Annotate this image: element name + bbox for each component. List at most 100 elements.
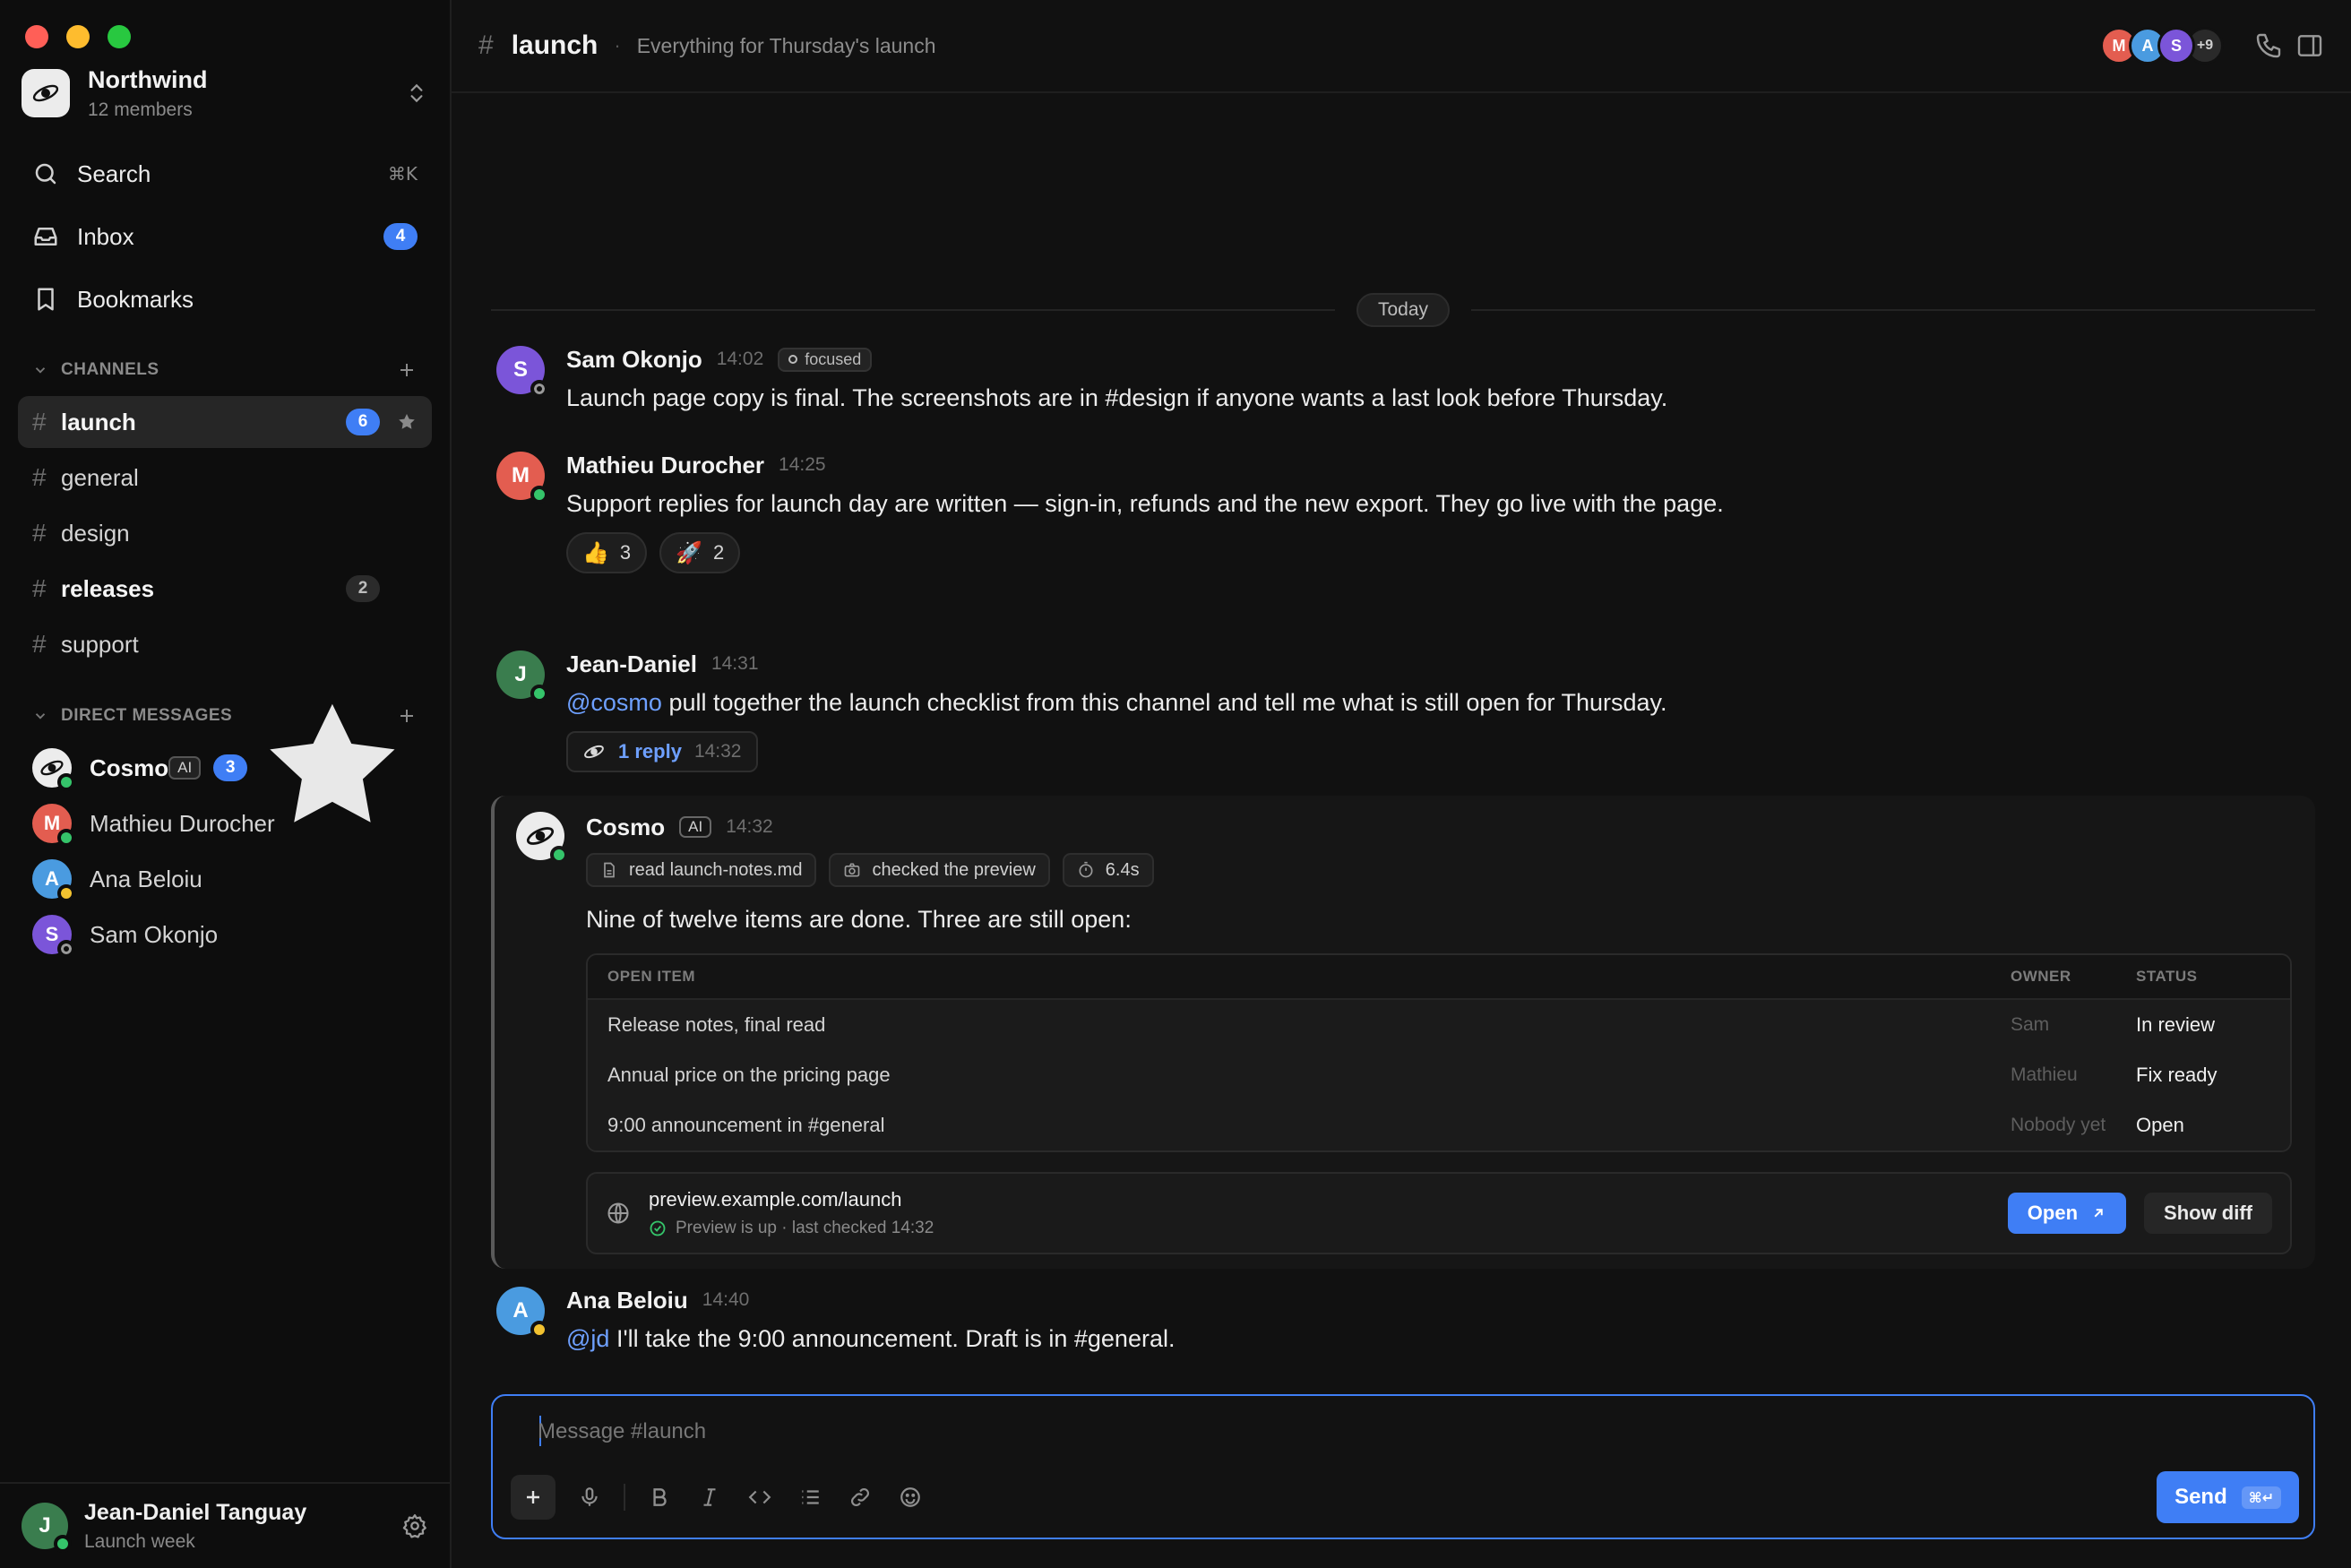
sidebar-dm-ana[interactable]: A Ana Beloiu [18, 853, 432, 905]
avatar[interactable]: M [496, 452, 548, 504]
tool-step-duration: 6.4s [1062, 853, 1154, 887]
presence-online-indicator [530, 486, 548, 504]
channel-header: # launch · Everything for Thursday's lau… [452, 0, 2351, 93]
message[interactable]: S Sam Okonjo 14:02 focused Launch page c… [496, 344, 2315, 416]
nav-bookmarks[interactable]: Bookmarks [18, 274, 432, 324]
reaction-rocket[interactable]: 🚀 2 [659, 532, 741, 573]
workspace-switcher[interactable]: Northwind 12 members [22, 65, 428, 122]
camera-icon [845, 863, 860, 877]
sidebar-channel-launch[interactable]: # launch 6 [18, 396, 432, 448]
avatar: M [32, 804, 75, 847]
channel-name: support [61, 630, 139, 658]
table-row: Release notes, final read Sam In review [588, 1000, 2290, 1050]
open-preview-button[interactable]: Open [2007, 1193, 2127, 1234]
sidebar-dm-cosmo[interactable]: Cosmo AI 3 [18, 703, 432, 823]
link-icon[interactable] [844, 1481, 876, 1513]
message-author[interactable]: Ana Beloiu [566, 1287, 688, 1314]
sidebar-channel-releases[interactable]: # releases 2 [18, 563, 432, 615]
italic-icon[interactable] [693, 1481, 726, 1513]
avatar[interactable] [516, 812, 568, 864]
emoji-icon[interactable] [894, 1481, 926, 1513]
sidebar-toggle-icon[interactable] [2295, 31, 2324, 60]
inbox-icon [34, 228, 57, 246]
channel-view: # launch · Everything for Thursday's lau… [452, 0, 2351, 1568]
mention-link[interactable]: @cosmo [566, 689, 662, 716]
check-circle-icon [650, 1220, 666, 1236]
table-row: Annual price on the pricing page Mathieu… [588, 1050, 2290, 1100]
member-avatars[interactable]: M A S +9 [2100, 27, 2224, 65]
channel-title[interactable]: launch [512, 30, 599, 61]
message-text: @cosmo pull together the launch checklis… [566, 689, 1667, 716]
sidebar-dm-mathieu[interactable]: M Mathieu Durocher [18, 797, 432, 849]
list-icon[interactable] [794, 1481, 826, 1513]
workspace-member-count: 12 members [88, 99, 193, 120]
open-items-table: OPEN ITEM OWNER STATUS Release notes, fi… [586, 953, 2292, 1152]
microphone-icon[interactable] [573, 1481, 606, 1513]
nav-inbox[interactable]: Inbox 4 [18, 211, 432, 262]
mention-link[interactable]: @jd [566, 1325, 609, 1352]
phone-icon[interactable] [2254, 31, 2283, 60]
add-channel-icon[interactable] [396, 359, 418, 381]
preview-status: Preview is up · last checked 14:32 [649, 1219, 2008, 1238]
message-author[interactable]: Mathieu Durocher [566, 452, 764, 479]
message-text: Nine of twelve items are done. Three are… [586, 906, 1132, 933]
message-time: 14:25 [779, 454, 826, 475]
presence-offline-indicator [530, 380, 548, 398]
preview-url[interactable]: preview.example.com/launch [649, 1188, 2008, 1211]
presence-online-indicator [530, 685, 548, 702]
nav-search[interactable]: Search ⌘K [18, 149, 432, 199]
gear-icon[interactable] [401, 1512, 428, 1539]
sidebar-dm-sam[interactable]: S Sam Okonjo [18, 909, 432, 961]
tool-step-check-preview[interactable]: checked the preview [829, 853, 1050, 887]
sidebar-channel-general[interactable]: # general [18, 452, 432, 504]
close-window-button[interactable] [25, 25, 48, 48]
minimize-window-button[interactable] [66, 25, 90, 48]
search-shortcut: ⌘K [387, 163, 418, 185]
message-time: 14:31 [710, 653, 759, 674]
dm-name: Cosmo [90, 754, 169, 781]
sidebar-channel-design[interactable]: # design [18, 507, 432, 559]
message-composer[interactable]: Message #launch Send ⌘↵ [491, 1394, 2315, 1539]
message-author[interactable]: Cosmo [586, 814, 665, 841]
channel-name: design [61, 519, 130, 547]
message-input[interactable]: Message #launch [538, 1419, 706, 1444]
tool-step-read-file[interactable]: read launch-notes.md [586, 853, 817, 887]
ai-tag: AI [168, 756, 202, 780]
globe-icon [607, 1202, 629, 1224]
workspace-logo-icon [22, 69, 70, 117]
dm-name: Ana Beloiu [90, 865, 202, 892]
message[interactable]: J Jean-Daniel 14:31 @cosmo pull together… [496, 649, 2315, 772]
send-button[interactable]: Send ⌘↵ [2157, 1471, 2299, 1523]
maximize-window-button[interactable] [108, 25, 131, 48]
thread-replies-button[interactable]: 1 reply 14:32 [566, 731, 758, 772]
code-icon[interactable] [744, 1481, 776, 1513]
message-author[interactable]: Sam Okonjo [566, 346, 702, 374]
thread-last-reply-time: 14:32 [693, 741, 742, 762]
avatar[interactable]: J [496, 650, 548, 702]
message[interactable]: A Ana Beloiu 14:40 @jd I'll take the 9:0… [496, 1285, 2315, 1357]
show-diff-button[interactable]: Show diff [2144, 1193, 2272, 1234]
workspace-name: Northwind [88, 65, 208, 93]
inbox-unread-badge: 4 [383, 223, 418, 250]
column-header: OPEN ITEM [607, 968, 696, 985]
bold-icon[interactable] [643, 1481, 676, 1513]
attach-button[interactable] [511, 1475, 555, 1520]
message-author[interactable]: Jean-Daniel [566, 650, 697, 678]
sidebar-channel-support[interactable]: # support [18, 618, 432, 670]
avatar: J [22, 1503, 72, 1553]
message[interactable]: M Mathieu Durocher 14:25 Support replies… [496, 450, 2315, 573]
channels-section-header[interactable]: CHANNELS [32, 357, 418, 383]
avatar[interactable]: S [496, 346, 548, 398]
plus-icon [527, 1491, 539, 1503]
current-user-name: Jean-Daniel Tanguay [84, 1499, 307, 1525]
star-icon[interactable] [396, 411, 418, 433]
status-ring-icon [788, 355, 798, 364]
avatar: S [2157, 27, 2195, 65]
table-row: 9:00 announcement in #general Nobody yet… [588, 1100, 2290, 1150]
message-time: 14:32 [726, 816, 773, 837]
current-user-panel[interactable]: J Jean-Daniel Tanguay Launch week [0, 1482, 450, 1568]
reaction-thumbs-up[interactable]: 👍 3 [566, 532, 648, 573]
message-text: @jd I'll take the 9:00 announcement. Dra… [566, 1325, 1176, 1352]
avatar[interactable]: A [496, 1287, 548, 1339]
presence-online-indicator [54, 1535, 72, 1553]
